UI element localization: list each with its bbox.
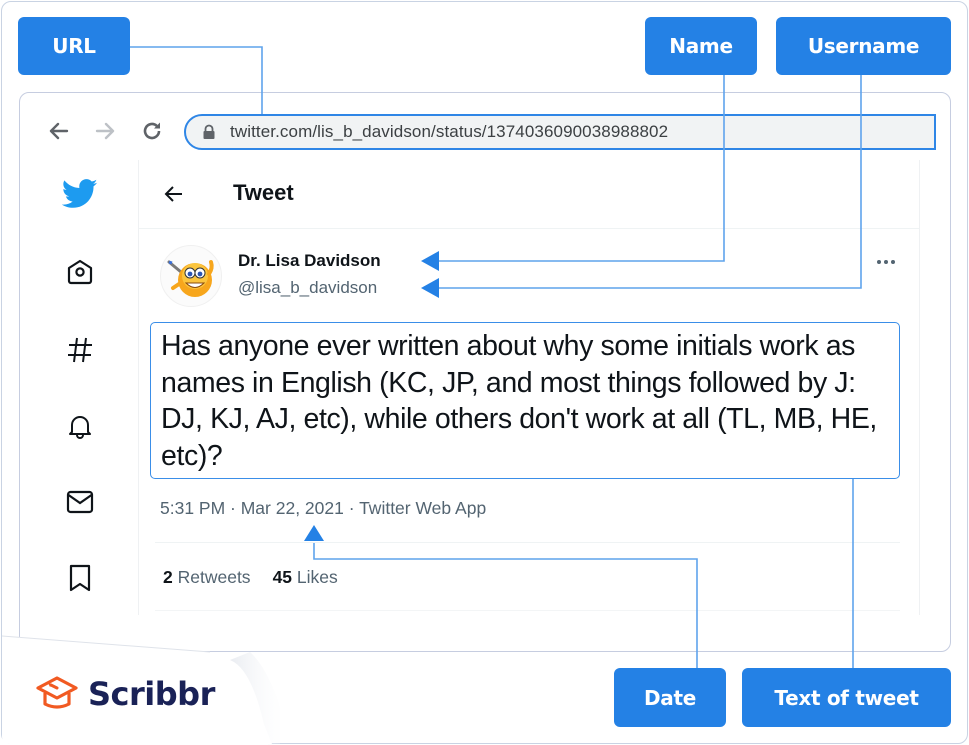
more-dot (877, 260, 881, 264)
tweet-text: Has anyone ever written about why some i… (161, 330, 877, 472)
column-divider (919, 160, 920, 615)
display-name[interactable]: Dr. Lisa Davidson (238, 251, 381, 271)
tweet-back-button[interactable] (160, 180, 188, 208)
likes-label: Likes (296, 567, 338, 587)
sidebar-item-messages[interactable] (62, 484, 98, 520)
bird-icon (62, 179, 98, 208)
name-annotation-label: Name (645, 17, 757, 75)
retweets-count: 2 (163, 567, 173, 587)
divider (155, 542, 900, 543)
forward-button[interactable] (92, 118, 118, 144)
tweet-stats: 2 Retweets 45 Likes (163, 567, 338, 588)
sidebar-item-home[interactable] (62, 254, 98, 290)
url-text: twitter.com/lis_b_davidson/status/137403… (230, 122, 669, 141)
more-dot (891, 260, 895, 264)
arrow-left-icon (49, 122, 69, 140)
tweet-timestamp[interactable]: 5:31 PM · Mar 22, 2021 · Twitter Web App (160, 498, 486, 519)
divider (155, 610, 900, 611)
arrow-left-icon (164, 186, 182, 202)
url-annotation-label: URL (18, 17, 130, 75)
username[interactable]: @lisa_b_davidson (238, 278, 377, 298)
username-annotation-label: Username (776, 17, 951, 75)
retweets-link[interactable]: 2 Retweets (163, 567, 251, 587)
lock-icon (203, 124, 215, 139)
page-title: Tweet (233, 180, 294, 205)
back-button[interactable] (46, 118, 72, 144)
brand-name: Scribbr (88, 675, 215, 713)
twitter-logo[interactable] (62, 176, 98, 212)
smiley-avatar-icon (167, 260, 214, 297)
bell-icon (69, 416, 91, 439)
avatar[interactable] (160, 245, 222, 307)
more-dot (884, 260, 888, 264)
date-annotation-label: Date (614, 668, 726, 727)
reload-button[interactable] (139, 118, 165, 144)
text-annotation-label: Text of tweet (742, 668, 951, 727)
sidebar-item-notifications[interactable] (62, 408, 98, 444)
mail-icon (66, 490, 94, 514)
more-options-button[interactable] (872, 252, 900, 272)
sidebar-item-bookmarks[interactable] (62, 560, 98, 596)
likes-count: 45 (272, 567, 293, 587)
header-divider (139, 228, 919, 229)
reload-icon (143, 122, 161, 140)
home-icon (67, 259, 93, 285)
address-bar[interactable]: twitter.com/lis_b_davidson/status/137403… (184, 114, 936, 150)
sidebar-item-explore[interactable] (62, 332, 98, 368)
hashtag-icon (68, 337, 92, 363)
retweets-label: Retweets (177, 567, 251, 587)
graduation-cap-icon (36, 676, 78, 709)
scribbr-logo: Scribbr (34, 674, 215, 714)
bookmark-icon (69, 564, 91, 592)
likes-link[interactable]: 45 Likes (273, 567, 338, 587)
arrow-right-icon (95, 122, 115, 140)
